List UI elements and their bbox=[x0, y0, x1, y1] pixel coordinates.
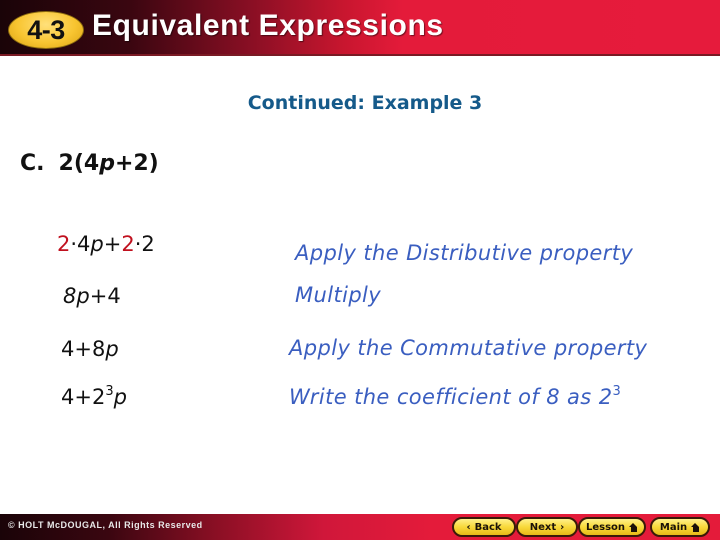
step-note-exponent: 3 bbox=[612, 384, 622, 399]
step-expression: 2·4p+2·2 bbox=[57, 232, 155, 256]
expr-part: 8 bbox=[63, 284, 77, 308]
step-expression: 4+23p bbox=[61, 384, 127, 409]
chevron-left-icon: ‹ bbox=[466, 521, 471, 533]
step-note-text: Write the coefficient of 8 as 2 bbox=[289, 385, 613, 409]
back-button-label: Back bbox=[474, 521, 502, 533]
step-note: Write the coefficient of 8 as 23 bbox=[289, 384, 621, 409]
home-icon bbox=[629, 522, 638, 532]
lesson-number-badge: 4-3 bbox=[8, 11, 84, 49]
header-bar: 4-3 Equivalent Expressions bbox=[0, 0, 720, 56]
lesson-button-label: Lesson bbox=[585, 521, 626, 533]
expr-part: 2 bbox=[57, 232, 71, 256]
copyright-text: © HOLT McDOUGAL, All Rights Reserved bbox=[8, 520, 203, 530]
expr-part: p bbox=[105, 337, 119, 361]
home-icon bbox=[691, 522, 700, 532]
expr-part: +4 bbox=[89, 284, 121, 308]
step-note: Multiply bbox=[295, 283, 382, 307]
problem-statement: C. 2(4p+2) bbox=[20, 151, 159, 176]
expr-part: 4+2 bbox=[61, 385, 106, 409]
main-button-label: Main bbox=[659, 521, 688, 533]
expr-part: ·4 bbox=[70, 232, 91, 256]
back-button[interactable]: ‹ Back bbox=[452, 517, 516, 537]
expr-part: 2 bbox=[121, 232, 135, 256]
lesson-title: Equivalent Expressions bbox=[92, 9, 444, 42]
expr-exponent: 3 bbox=[105, 384, 114, 399]
step-note: Apply the Commutative property bbox=[289, 336, 648, 360]
expr-part: 4+8 bbox=[61, 337, 106, 361]
lesson-number: 4-3 bbox=[27, 14, 65, 45]
step-expression: 4+8p bbox=[61, 337, 119, 361]
step-note: Apply the Distributive property bbox=[295, 241, 634, 265]
main-button[interactable]: Main bbox=[650, 517, 710, 537]
problem-expression-suffix: +2) bbox=[114, 151, 159, 176]
footer-bar: © HOLT McDOUGAL, All Rights Reserved ‹ B… bbox=[0, 514, 720, 540]
chevron-right-icon: › bbox=[560, 521, 565, 533]
next-button[interactable]: Next › bbox=[516, 517, 578, 537]
example-subtitle: Continued: Example 3 bbox=[247, 92, 483, 114]
lesson-button[interactable]: Lesson bbox=[578, 517, 646, 537]
problem-variable: p bbox=[99, 151, 115, 176]
problem-label: C. bbox=[20, 151, 45, 176]
expr-part: + bbox=[103, 232, 122, 256]
expr-part: ·2 bbox=[134, 232, 155, 256]
step-expression: 8p+4 bbox=[63, 284, 121, 308]
expr-part: p bbox=[113, 385, 127, 409]
expr-part: p bbox=[76, 284, 90, 308]
problem-expression-prefix: 2(4 bbox=[58, 151, 100, 176]
next-button-label: Next bbox=[529, 521, 557, 533]
expr-part: p bbox=[90, 232, 104, 256]
